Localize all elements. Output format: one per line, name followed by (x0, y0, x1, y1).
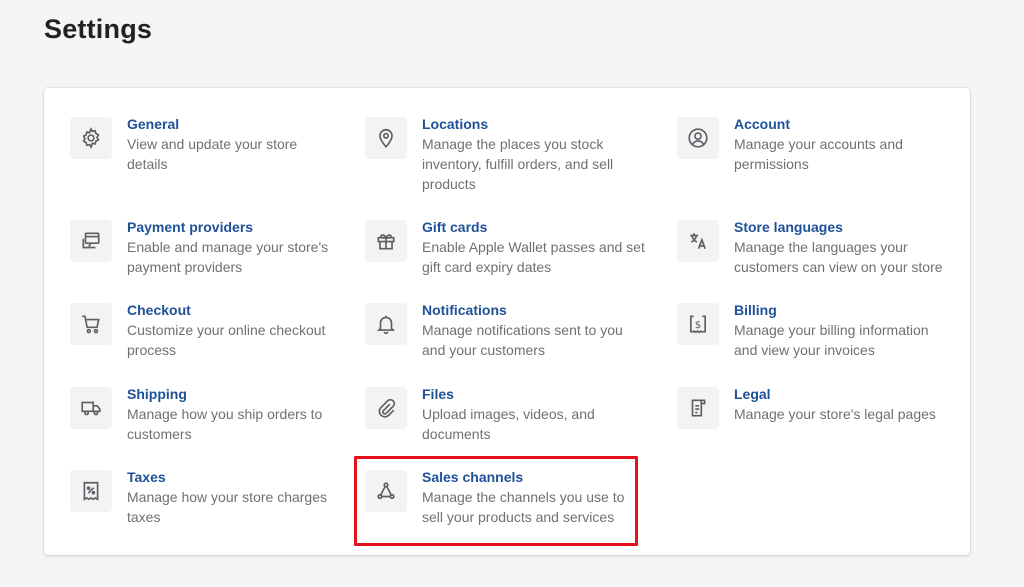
settings-item-desc: Upload images, videos, and (422, 406, 595, 422)
settings-item-title: Sales channels (422, 469, 524, 485)
settings-item-desc: permissions (734, 156, 809, 172)
settings-item-desc: inventory, fulfill orders, and sell (422, 156, 614, 172)
channels-icon (365, 470, 407, 512)
settings-item-title: Shipping (127, 386, 187, 402)
settings-item-desc: documents (422, 426, 491, 442)
settings-card: General View and update your store detai… (44, 88, 970, 555)
settings-item-desc: Manage the places you stock (422, 136, 604, 152)
legal-document-icon (677, 387, 719, 429)
cart-icon (70, 303, 112, 345)
settings-item-title: Taxes (127, 469, 166, 485)
settings-item-desc: Manage notifications sent to you (422, 322, 623, 338)
settings-item-shipping[interactable]: Shipping Manage how you ship orders to c… (70, 384, 350, 444)
settings-item-desc: Customize your online checkout (127, 322, 326, 338)
settings-item-desc: customers can view on your store (734, 259, 943, 275)
settings-item-desc: customers (127, 426, 192, 442)
settings-item-desc: payment providers (127, 259, 243, 275)
settings-item-desc: View and update your store (127, 136, 298, 152)
settings-item-title: General (127, 116, 180, 132)
gear-icon (70, 117, 112, 159)
settings-item-store-languages[interactable]: Store languages Manage the languages you… (677, 217, 957, 277)
settings-item-desc: process (127, 342, 177, 358)
settings-item-desc: and your customers (422, 342, 545, 358)
settings-item-desc: sell your products and services (422, 509, 615, 525)
svg-text:$: $ (695, 320, 701, 331)
translate-icon (677, 220, 719, 262)
gift-icon (365, 220, 407, 262)
user-icon (677, 117, 719, 159)
settings-item-desc: details (127, 156, 168, 172)
settings-item-title: Checkout (127, 302, 191, 318)
settings-item-sales-channels[interactable]: Sales channels Manage the channels you u… (365, 467, 655, 527)
settings-item-desc: Manage your billing information (734, 322, 929, 338)
location-pin-icon (365, 117, 407, 159)
settings-item-desc: Enable and manage your store's (127, 239, 329, 255)
settings-item-title: Locations (422, 116, 489, 132)
settings-item-desc: and view your invoices (734, 342, 875, 358)
paperclip-icon (365, 387, 407, 429)
bell-icon (365, 303, 407, 345)
settings-item-account[interactable]: Account Manage your accounts and permiss… (677, 114, 957, 174)
settings-item-desc: Manage your store's legal pages (734, 406, 936, 422)
payment-icon (70, 220, 112, 262)
settings-item-desc: Manage your accounts and (734, 136, 903, 152)
settings-item-taxes[interactable]: Taxes Manage how your store charges taxe… (70, 467, 350, 527)
settings-item-title: Store languages (734, 219, 843, 235)
billing-icon: $ (677, 303, 719, 345)
settings-item-general[interactable]: General View and update your store detai… (70, 114, 350, 174)
settings-item-desc: Manage how your store charges (127, 489, 327, 505)
tax-receipt-icon (70, 470, 112, 512)
settings-item-desc: taxes (127, 509, 161, 525)
settings-item-desc: Enable Apple Wallet passes and set (422, 239, 645, 255)
settings-item-billing[interactable]: $ Billing Manage your billing informatio… (677, 300, 957, 360)
settings-item-title: Payment providers (127, 219, 254, 235)
settings-item-title: Legal (734, 386, 771, 402)
settings-item-title: Notifications (422, 302, 507, 318)
settings-item-desc: Manage the channels you use to (422, 489, 625, 505)
settings-item-desc: Manage the languages your (734, 239, 908, 255)
settings-item-desc: products (422, 176, 476, 192)
settings-item-notifications[interactable]: Notifications Manage notifications sent … (365, 300, 655, 360)
settings-item-files[interactable]: Files Upload images, videos, and documen… (365, 384, 655, 444)
settings-item-title: Files (422, 386, 454, 402)
settings-item-desc: gift card expiry dates (422, 259, 552, 275)
settings-item-title: Billing (734, 302, 777, 318)
settings-item-gift-cards[interactable]: Gift cards Enable Apple Wallet passes an… (365, 217, 655, 277)
settings-item-title: Gift cards (422, 219, 488, 235)
settings-item-checkout[interactable]: Checkout Customize your online checkout … (70, 300, 350, 360)
truck-icon (70, 387, 112, 429)
settings-item-title: Account (734, 116, 790, 132)
page-title: Settings (44, 14, 153, 44)
settings-item-locations[interactable]: Locations Manage the places you stock in… (365, 114, 655, 194)
settings-item-desc: Manage how you ship orders to (127, 406, 323, 422)
settings-item-legal[interactable]: Legal Manage your store's legal pages (677, 384, 957, 429)
settings-item-payment-providers[interactable]: Payment providers Enable and manage your… (70, 217, 350, 277)
